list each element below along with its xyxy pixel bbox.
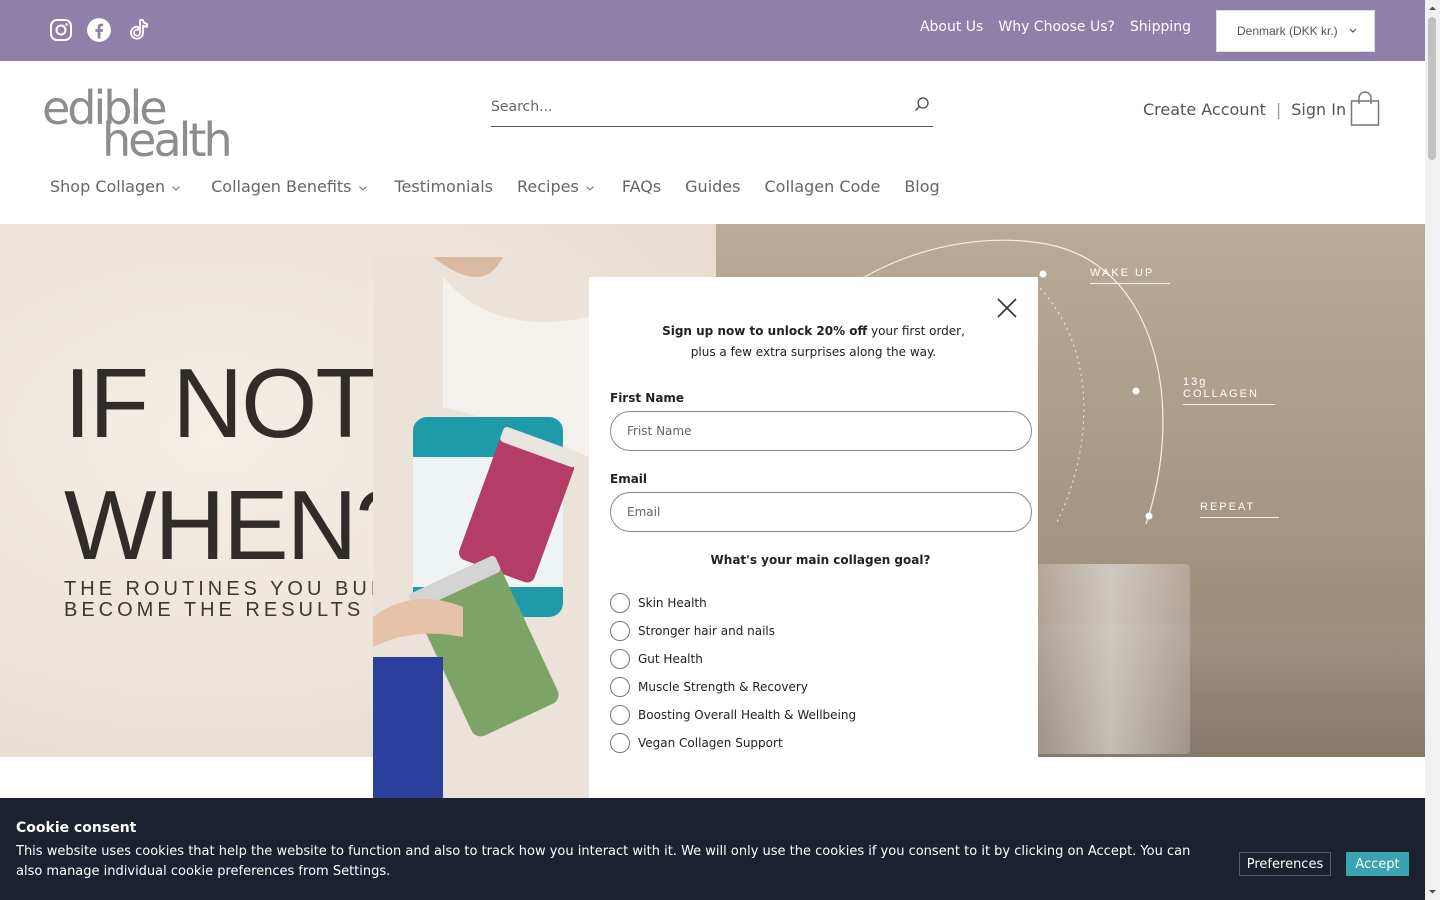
- separator: |: [1275, 100, 1282, 119]
- nav-item-collagen-benefits[interactable]: Collagen Benefits: [211, 177, 367, 196]
- nav-item-faqs[interactable]: FAQs: [622, 177, 661, 196]
- nav-item-collagen-code[interactable]: Collagen Code: [764, 177, 880, 196]
- search-bar: [491, 92, 933, 127]
- intro-bold: Sign up now to unlock 20% off: [662, 324, 868, 338]
- intro-line2: plus a few extra surprises along the way…: [690, 345, 937, 359]
- instagram-icon[interactable]: [48, 17, 74, 43]
- country-value: Denmark (DKK kr.): [1237, 24, 1338, 38]
- nav-item-guides[interactable]: Guides: [685, 177, 740, 196]
- first-name-field[interactable]: [610, 411, 1032, 451]
- scrollbar-thumb[interactable]: [1428, 17, 1436, 160]
- scroll-down-icon[interactable]: [1428, 887, 1437, 896]
- repeat-label: REPEAT: [1200, 501, 1279, 518]
- goal-options: Skin Health Stronger hair and nails Gut …: [610, 589, 856, 757]
- close-icon[interactable]: [994, 295, 1020, 321]
- top-bar: About Us Why Choose Us? Shipping Denmark…: [0, 0, 1425, 61]
- nav-item-testimonials[interactable]: Testimonials: [395, 177, 494, 196]
- about-us-link[interactable]: About Us: [920, 19, 983, 35]
- chevron-down-icon: [1349, 28, 1357, 33]
- preferences-button[interactable]: Preferences: [1239, 852, 1331, 876]
- nav-label: Collagen Benefits: [211, 177, 352, 196]
- scroll-up-icon[interactable]: [1428, 4, 1437, 13]
- why-choose-us-link[interactable]: Why Choose Us?: [998, 19, 1115, 35]
- create-account-link[interactable]: Create Account: [1143, 100, 1266, 119]
- goal-label: Vegan Collagen Support: [638, 736, 783, 750]
- nav-label: Recipes: [517, 177, 579, 196]
- goal-option-skin-health[interactable]: Skin Health: [610, 589, 856, 617]
- search-icon[interactable]: [913, 96, 931, 114]
- signup-popup: Sign up now to unlock 20% off your first…: [589, 277, 1038, 798]
- collagen-label: 13g COLLAGEN: [1183, 376, 1275, 405]
- goal-option-overall-health[interactable]: Boosting Overall Health & Wellbeing: [610, 701, 856, 729]
- radio-button[interactable]: [610, 621, 630, 641]
- radio-button[interactable]: [610, 733, 630, 753]
- goal-label: Stronger hair and nails: [638, 624, 775, 638]
- water-glass-image: [1030, 564, 1190, 754]
- cart-icon[interactable]: [1350, 91, 1380, 131]
- goal-option-gut-health[interactable]: Gut Health: [610, 645, 856, 673]
- hero-headline-line1: IF NOT: [64, 348, 375, 458]
- chevron-down-icon: [358, 186, 367, 191]
- nav-label: Testimonials: [394, 177, 494, 196]
- nav-item-shop-collagen[interactable]: Shop Collagen: [50, 177, 181, 196]
- main-nav: Shop Collagen Collagen Benefits Testimon…: [50, 177, 940, 196]
- tiktok-icon[interactable]: [125, 17, 151, 43]
- cookie-consent-banner: Cookie consent This website uses cookies…: [0, 798, 1425, 900]
- svg-text:health: health: [102, 113, 230, 158]
- nav-label: Collagen Code: [764, 177, 881, 196]
- first-name-label: First Name: [610, 391, 685, 405]
- popup-product-image: [373, 257, 589, 798]
- country-selector[interactable]: Denmark (DKK kr.): [1216, 10, 1375, 52]
- chevron-down-icon: [585, 186, 594, 191]
- wake-up-label: WAKE UP: [1090, 267, 1170, 284]
- nav-label: FAQs: [621, 177, 662, 196]
- nav-label: Blog: [904, 177, 940, 196]
- radio-button[interactable]: [610, 593, 630, 613]
- cookie-title: Cookie consent: [16, 820, 137, 836]
- goal-option-hair-nails[interactable]: Stronger hair and nails: [610, 617, 856, 645]
- email-field[interactable]: [610, 492, 1032, 532]
- hero-headline-line2: WHEN?: [64, 470, 410, 580]
- account-links: Create Account | Sign In: [1143, 100, 1346, 119]
- sign-in-link[interactable]: Sign In: [1291, 100, 1346, 119]
- goal-option-muscle[interactable]: Muscle Strength & Recovery: [610, 673, 856, 701]
- edible-health-logo[interactable]: edible health: [42, 81, 244, 167]
- intro-rest: your first order,: [867, 324, 965, 338]
- facebook-icon[interactable]: [86, 17, 112, 43]
- goal-label: Boosting Overall Health & Wellbeing: [638, 708, 857, 722]
- goal-option-vegan[interactable]: Vegan Collagen Support: [610, 729, 856, 757]
- goal-label: Muscle Strength & Recovery: [638, 680, 808, 694]
- accept-button[interactable]: Accept: [1346, 852, 1409, 876]
- radio-button[interactable]: [610, 677, 630, 697]
- nav-item-blog[interactable]: Blog: [904, 177, 939, 196]
- shipping-link[interactable]: Shipping: [1130, 19, 1191, 35]
- nav-label: Shop Collagen: [50, 177, 166, 196]
- search-input[interactable]: [491, 92, 891, 122]
- radio-button[interactable]: [610, 705, 630, 725]
- radio-button[interactable]: [610, 649, 630, 669]
- popup-intro: Sign up now to unlock 20% off your first…: [589, 321, 1038, 363]
- goal-label: Gut Health: [638, 652, 703, 666]
- email-label: Email: [610, 472, 648, 486]
- nav-item-recipes[interactable]: Recipes: [517, 177, 595, 196]
- nav-label: Guides: [685, 177, 741, 196]
- goal-label: Skin Health: [638, 596, 707, 610]
- goal-question: What's your main collagen goal?: [710, 553, 931, 567]
- chevron-down-icon: [172, 186, 181, 191]
- cookie-description: This website uses cookies that help the …: [16, 844, 1191, 879]
